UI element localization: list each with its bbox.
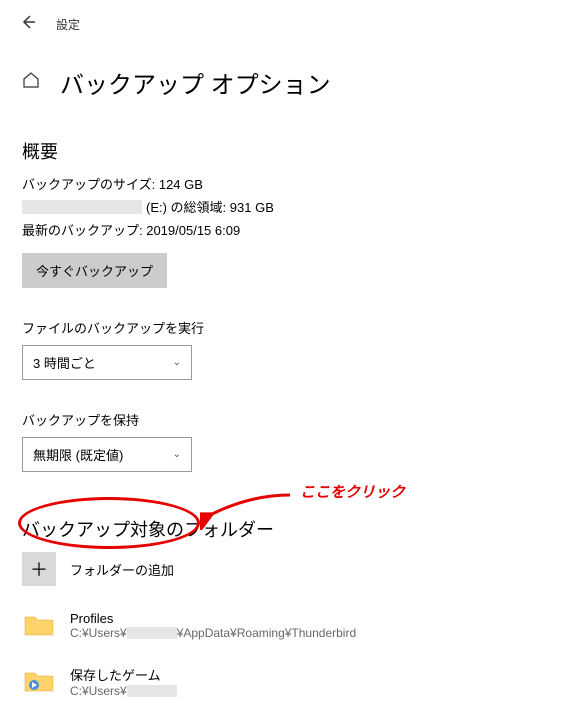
backup-size-text: バックアップのサイズ: 124 GB bbox=[22, 174, 557, 193]
folder-icon bbox=[22, 608, 56, 642]
backup-frequency-label: ファイルのバックアップを実行 bbox=[22, 318, 557, 337]
header-title: 設定 bbox=[56, 16, 80, 33]
redacted-username bbox=[127, 685, 177, 697]
add-folder-button[interactable]: ＋ フォルダーの追加 bbox=[22, 552, 557, 586]
backup-retention-select[interactable]: 無期限 (既定値) ⌄ bbox=[22, 437, 192, 472]
folder-item[interactable]: 保存したゲーム C:¥Users¥ bbox=[22, 664, 557, 698]
folder-path: C:¥Users¥ bbox=[70, 684, 177, 698]
folder-name: 保存したゲーム bbox=[70, 665, 177, 684]
overview-heading: 概要 bbox=[22, 138, 557, 164]
backup-frequency-select[interactable]: 3 時間ごと ⌄ bbox=[22, 345, 192, 380]
backup-retention-value: 無期限 (既定値) bbox=[33, 445, 123, 464]
backup-now-button[interactable]: 今すぐバックアップ bbox=[22, 253, 167, 288]
home-icon[interactable] bbox=[22, 71, 40, 94]
plus-icon: ＋ bbox=[22, 552, 56, 586]
folder-icon bbox=[22, 664, 56, 698]
chevron-down-icon: ⌄ bbox=[173, 357, 181, 368]
redacted-username bbox=[127, 627, 177, 639]
last-backup-text: 最新のバックアップ: 2019/05/15 6:09 bbox=[22, 220, 557, 239]
folder-path: C:¥Users¥¥AppData¥Roaming¥Thunderbird bbox=[70, 626, 356, 640]
backup-folders-heading: バックアップ対象のフォルダー bbox=[22, 516, 557, 542]
back-arrow-icon[interactable] bbox=[20, 14, 36, 35]
folder-name: Profiles bbox=[70, 611, 356, 626]
backup-frequency-value: 3 時間ごと bbox=[33, 353, 96, 372]
chevron-down-icon: ⌄ bbox=[173, 449, 181, 460]
redacted-drive-name bbox=[22, 200, 142, 214]
page-title: バックアップ オプション bbox=[60, 65, 331, 100]
folder-item[interactable]: Profiles C:¥Users¥¥AppData¥Roaming¥Thund… bbox=[22, 608, 557, 642]
add-folder-label: フォルダーの追加 bbox=[70, 560, 174, 579]
backup-retention-label: バックアップを保持 bbox=[22, 410, 557, 429]
drive-space-suffix: (E:) の総領域: 931 GB bbox=[146, 197, 274, 216]
drive-space-text: (E:) の総領域: 931 GB bbox=[22, 197, 557, 216]
